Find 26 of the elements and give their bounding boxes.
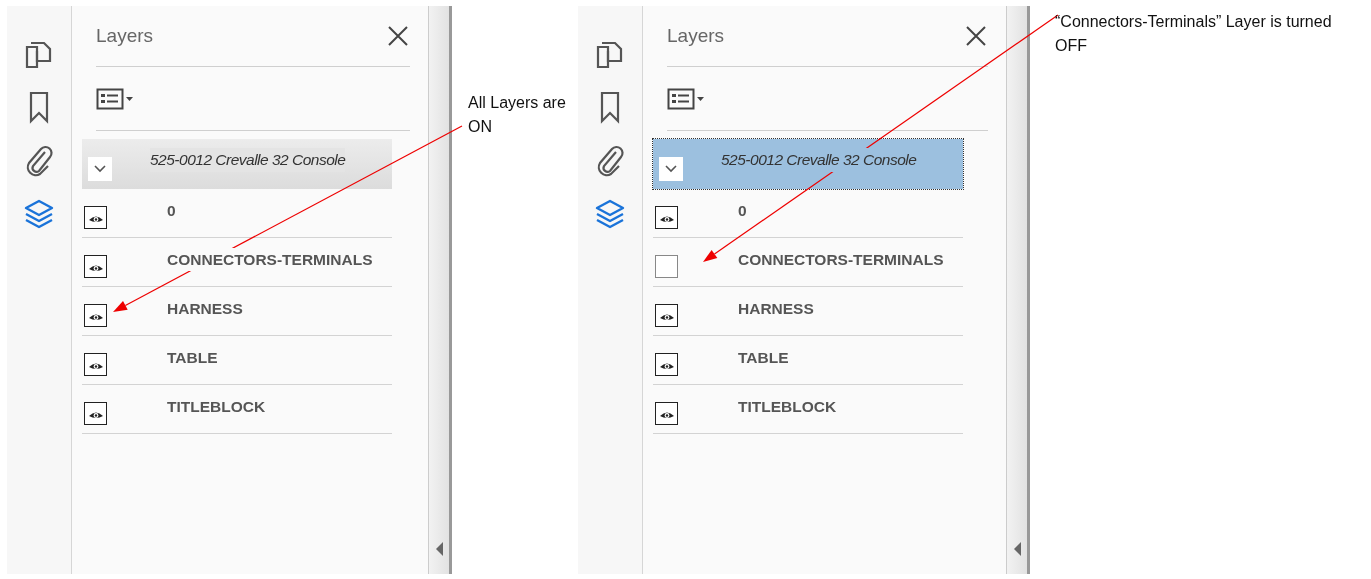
layers-icon[interactable] (594, 198, 626, 230)
layer-group-label: 525-0012 Crevalle 32 Console (721, 148, 917, 172)
options-menu-icon[interactable] (667, 87, 705, 110)
collapse-arrow-icon[interactable] (434, 542, 444, 556)
annotation-text: All Layers are ON (468, 93, 567, 137)
visibility-toggle[interactable] (655, 402, 678, 425)
layer-name: CONNECTORS-TERMINALS (167, 248, 373, 272)
visibility-toggle[interactable] (84, 206, 107, 229)
panel-title: Layers (96, 23, 154, 48)
visibility-toggle[interactable] (655, 353, 678, 376)
annotation-text: “Connectors-Terminals” Layer is turned OFF (1055, 12, 1333, 56)
layer-tree-root[interactable]: 525-0012 Crevalle 32 Console (82, 139, 392, 189)
close-icon[interactable] (386, 24, 410, 48)
visibility-toggle[interactable] (655, 304, 678, 327)
visibility-toggle[interactable] (655, 255, 678, 278)
visibility-toggle[interactable] (84, 353, 107, 376)
visibility-toggle[interactable] (655, 206, 678, 229)
options-menu-icon[interactable] (96, 87, 134, 110)
close-icon[interactable] (964, 24, 988, 48)
collapse-arrow-icon[interactable] (1012, 542, 1022, 556)
layer-tree-root[interactable]: 525-0012 Crevalle 32 Console (653, 139, 963, 189)
layers-icon[interactable] (23, 198, 55, 230)
visibility-toggle[interactable] (84, 304, 107, 327)
visibility-toggle[interactable] (84, 402, 107, 425)
panel-title: Layers (667, 23, 725, 48)
visibility-toggle[interactable] (84, 255, 107, 278)
